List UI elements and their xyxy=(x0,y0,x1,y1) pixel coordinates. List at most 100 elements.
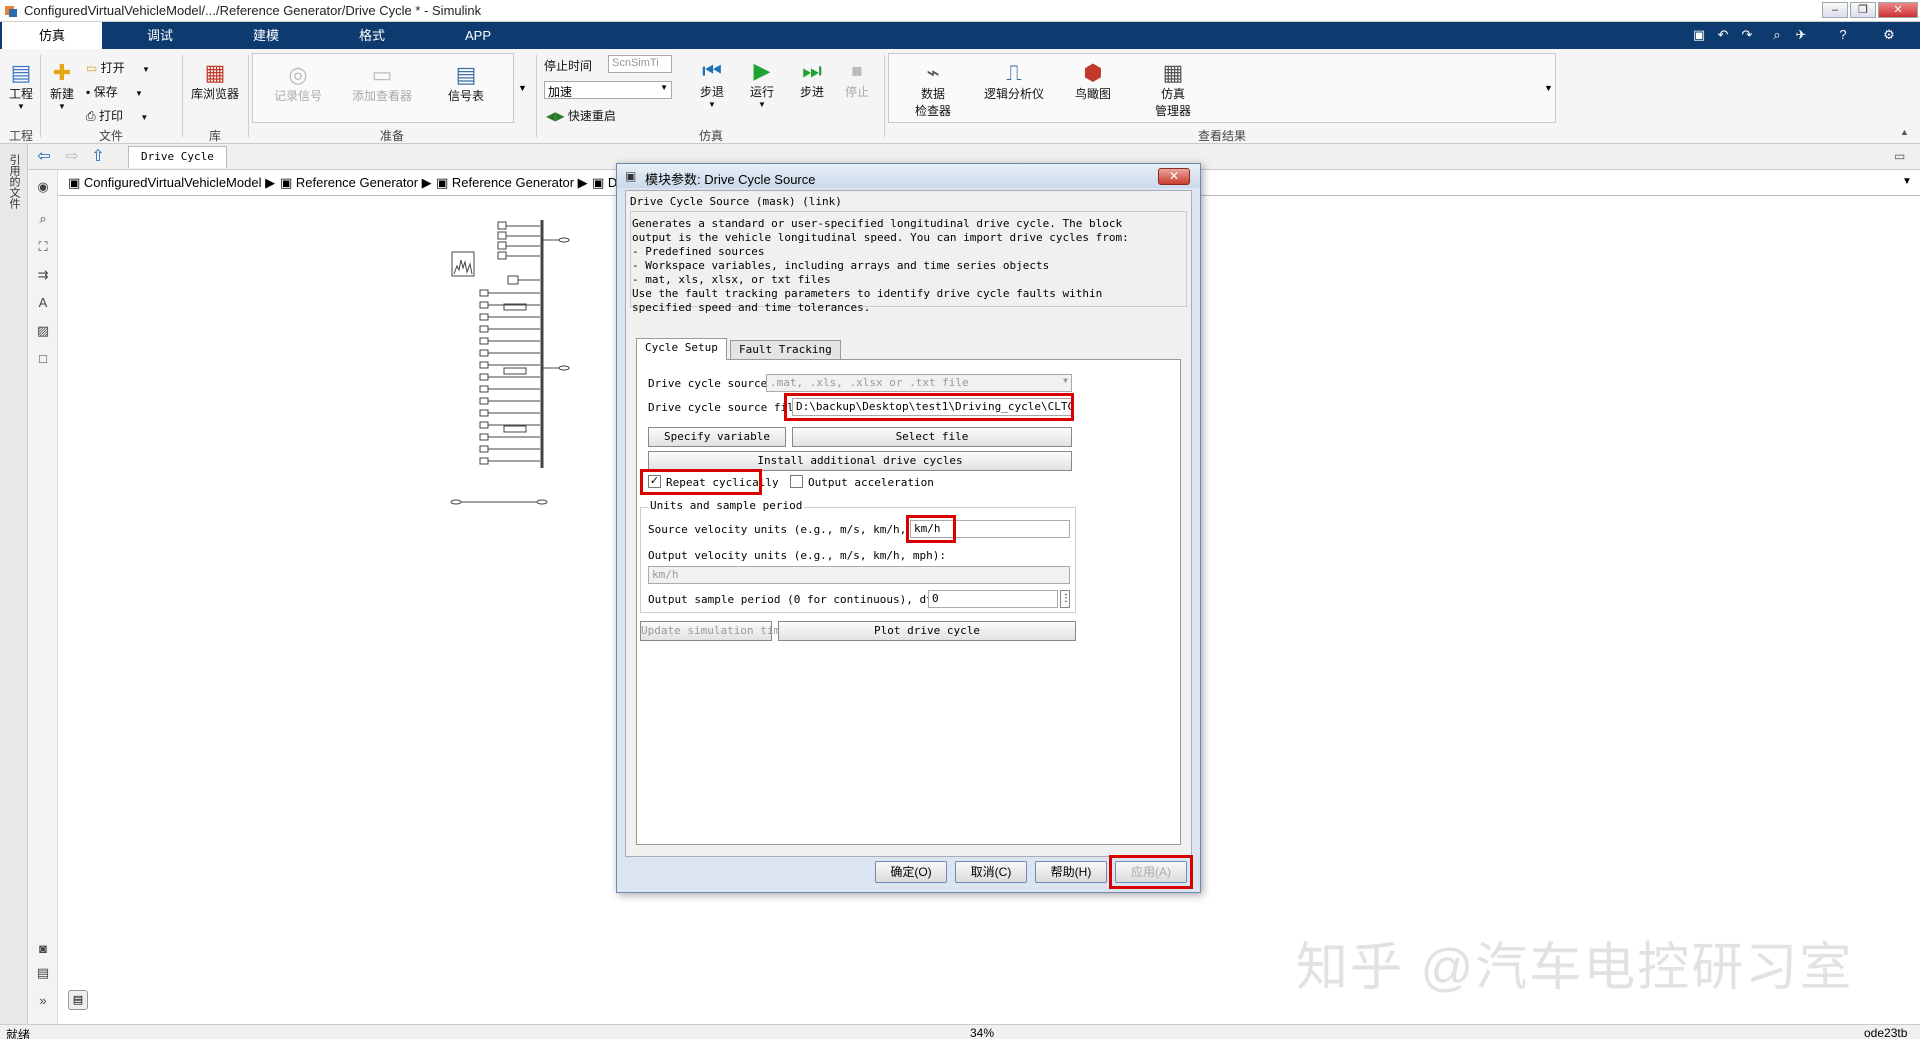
description-line: - Predefined sources xyxy=(632,245,765,258)
drive-cycle-block[interactable] xyxy=(451,251,475,277)
update-simulation-time-button[interactable]: Update simulation time xyxy=(640,621,787,641)
tab-modeling[interactable]: 建模 xyxy=(218,22,314,49)
ok-button[interactable]: 确定(O) xyxy=(875,861,947,883)
divider xyxy=(182,55,183,137)
more-options-icon[interactable]: ⋮ xyxy=(1060,590,1071,608)
group-label-library: 库 xyxy=(208,129,221,143)
chevron-down-icon: ▼ xyxy=(660,83,668,92)
close-icon[interactable]: ✕ xyxy=(1158,168,1190,185)
screenshot-icon[interactable]: ◙ xyxy=(34,940,52,958)
drive-cycle-source-select[interactable]: .mat, .xls, .xlsx or .txt file ▼ xyxy=(766,374,1072,392)
printer-icon: ⎙ xyxy=(86,109,96,123)
cancel-button[interactable]: 取消(C) xyxy=(955,861,1027,883)
gallery-expand-icon[interactable]: ▼ xyxy=(1544,83,1553,93)
help-button[interactable]: 帮助(H) xyxy=(1035,861,1107,883)
double-chevron-icon[interactable]: » xyxy=(34,992,52,1010)
model-tab-drive-cycle[interactable]: Drive Cycle xyxy=(128,146,227,168)
sim-manager-button[interactable]: ▦ 仿真 管理器 xyxy=(1148,61,1198,119)
explorer-bar-icon[interactable]: ▭ xyxy=(1894,149,1905,163)
add-viewer-button[interactable]: ▭ 添加查看器 xyxy=(344,63,420,104)
tab-simulation[interactable]: 仿真 xyxy=(2,22,102,49)
step-forward-label: 步进 xyxy=(799,85,824,99)
specify-variable-button[interactable]: Specify variable xyxy=(648,427,786,447)
undo-icon[interactable]: ↶ xyxy=(1714,27,1732,43)
tab-format[interactable]: 格式 xyxy=(324,22,420,49)
chevron-down-icon[interactable]: ▼ xyxy=(1902,176,1912,187)
annotation-icon[interactable]: A xyxy=(34,294,52,312)
storage-icon[interactable]: ▤ xyxy=(68,990,88,1010)
install-drive-cycles-button[interactable]: Install additional drive cycles xyxy=(648,451,1072,471)
back-arrow-icon[interactable]: ⇦ xyxy=(34,148,54,166)
step-back-button[interactable]: ⏮ 步退 ▼ xyxy=(692,59,732,110)
simulation-mode-select[interactable]: 加速 ▼ xyxy=(544,81,672,99)
breadcrumb-item-refgen-2[interactable]: ▣ Reference Generator ▶ xyxy=(436,175,588,191)
fast-restart-button[interactable]: ◀▶ 快速重启 xyxy=(546,107,616,124)
project-label: 工程 xyxy=(8,87,33,101)
search-icon[interactable]: ⌕ xyxy=(1768,27,1786,43)
save-quick-icon[interactable]: ▣ xyxy=(1690,27,1708,43)
data-inspector-button[interactable]: ⌁ 数据 检查器 xyxy=(908,61,958,119)
log-signals-button[interactable]: ◎ 记录信号 xyxy=(266,63,330,104)
image-icon[interactable]: ▨ xyxy=(34,322,52,340)
step-forward-button[interactable]: ⏭ 步进 xyxy=(792,59,832,100)
restore-button[interactable]: ❐ xyxy=(1850,2,1876,18)
signal-table-button[interactable]: ▤ 信号表 xyxy=(436,63,496,104)
forward-arrow-icon[interactable]: ⇨ xyxy=(62,148,82,166)
window-titlebar: ConfiguredVirtualVehicleModel/.../Refere… xyxy=(0,0,1920,22)
stop-time-input[interactable]: ScnSimTi xyxy=(608,55,672,73)
chevron-right-icon: ▶ xyxy=(265,175,276,190)
tab-cycle-setup[interactable]: Cycle Setup xyxy=(636,338,727,360)
tab-debug[interactable]: 调试 xyxy=(112,22,208,49)
save-button[interactable]: ▪ 保存 ▼ xyxy=(86,83,143,100)
help-icon[interactable]: ? xyxy=(1834,27,1852,43)
breadcrumb-label: Reference Generator xyxy=(451,175,575,190)
output-acceleration-checkbox[interactable] xyxy=(790,475,803,488)
logic-analyzer-button[interactable]: ⎍ 逻辑分析仪 xyxy=(978,61,1050,102)
stop-button[interactable]: ⏹ 停止 xyxy=(842,59,872,100)
fit-to-view-icon[interactable]: ⛶ xyxy=(34,238,52,256)
redo-icon[interactable]: ↷ xyxy=(1738,27,1756,43)
plot-drive-cycle-button[interactable]: Plot drive cycle xyxy=(778,621,1076,641)
breadcrumb-item-drive[interactable]: ▣ D xyxy=(592,175,617,191)
new-button[interactable]: ✚ 新建 ▼ xyxy=(46,61,78,112)
hide-explorer-icon[interactable]: ◉ xyxy=(34,178,52,196)
settings-icon[interactable]: ⚙ xyxy=(1880,27,1898,43)
simulink-app-icon xyxy=(4,4,18,18)
project-button[interactable]: ▤ 工程 ▼ xyxy=(4,61,38,112)
solver-name[interactable]: ode23tb xyxy=(1864,1026,1907,1039)
gallery-expand-icon[interactable]: ▼ xyxy=(518,83,527,93)
birds-eye-button[interactable]: ⬢ 鸟瞰图 xyxy=(1068,61,1118,102)
description-line: - mat, xls, xlsx, or txt files xyxy=(632,273,831,286)
chevron-right-icon: ▶ xyxy=(421,175,432,190)
area-icon[interactable]: □ xyxy=(34,350,52,368)
tab-app[interactable]: APP xyxy=(430,22,526,49)
print-button[interactable]: ⎙ 打印 ▼ xyxy=(86,107,148,124)
status-text: 就绪 xyxy=(6,1028,31,1039)
breadcrumb-label: Reference Generator xyxy=(295,175,419,190)
up-arrow-icon[interactable]: ⇧ xyxy=(88,148,108,166)
model-browser-icon[interactable]: ▤ xyxy=(34,964,52,982)
tab-fault-tracking[interactable]: Fault Tracking xyxy=(730,340,841,360)
data-inspector-label-1: 数据 xyxy=(920,87,945,101)
community-icon[interactable]: ✈ xyxy=(1792,27,1810,43)
select-file-button[interactable]: Select file xyxy=(792,427,1072,447)
breadcrumb-item-refgen-1[interactable]: ▣ Reference Generator ▶ xyxy=(280,175,432,191)
zoom-icon[interactable]: ⌕ xyxy=(34,210,52,228)
library-browser-button[interactable]: ▦ 库浏览器 xyxy=(188,61,242,102)
highlight-repeat-cyclically xyxy=(640,469,762,495)
sample-period-label: Output sample period (0 for continuous),… xyxy=(648,593,966,606)
close-window-button[interactable]: ✕ xyxy=(1878,2,1918,18)
divider xyxy=(536,55,537,137)
referenced-files-tab[interactable]: 引用的文件 xyxy=(6,154,20,209)
sample-period-input[interactable]: 0 xyxy=(928,590,1058,608)
data-inspector-label-2: 检查器 xyxy=(914,104,951,118)
ribbon-tab-bar: 仿真 调试 建模 格式 APP ▣ ↶ ↷ ⌕ ✈ ? ⚙ xyxy=(0,22,1920,49)
collapse-ribbon-icon[interactable]: ▲ xyxy=(1900,127,1909,137)
open-button[interactable]: ▭ 打开 ▼ xyxy=(86,59,150,76)
minimize-button[interactable]: – xyxy=(1822,2,1848,18)
breadcrumb-item-model[interactable]: ▣ ConfiguredVirtualVehicleModel ▶ xyxy=(68,175,275,191)
arrow-icon[interactable]: ⇉ xyxy=(34,266,52,284)
group-label-project: 工程 xyxy=(8,129,33,143)
run-button[interactable]: ▶ 运行 ▼ xyxy=(742,59,782,110)
output-units-input[interactable]: km/h xyxy=(648,566,1070,584)
